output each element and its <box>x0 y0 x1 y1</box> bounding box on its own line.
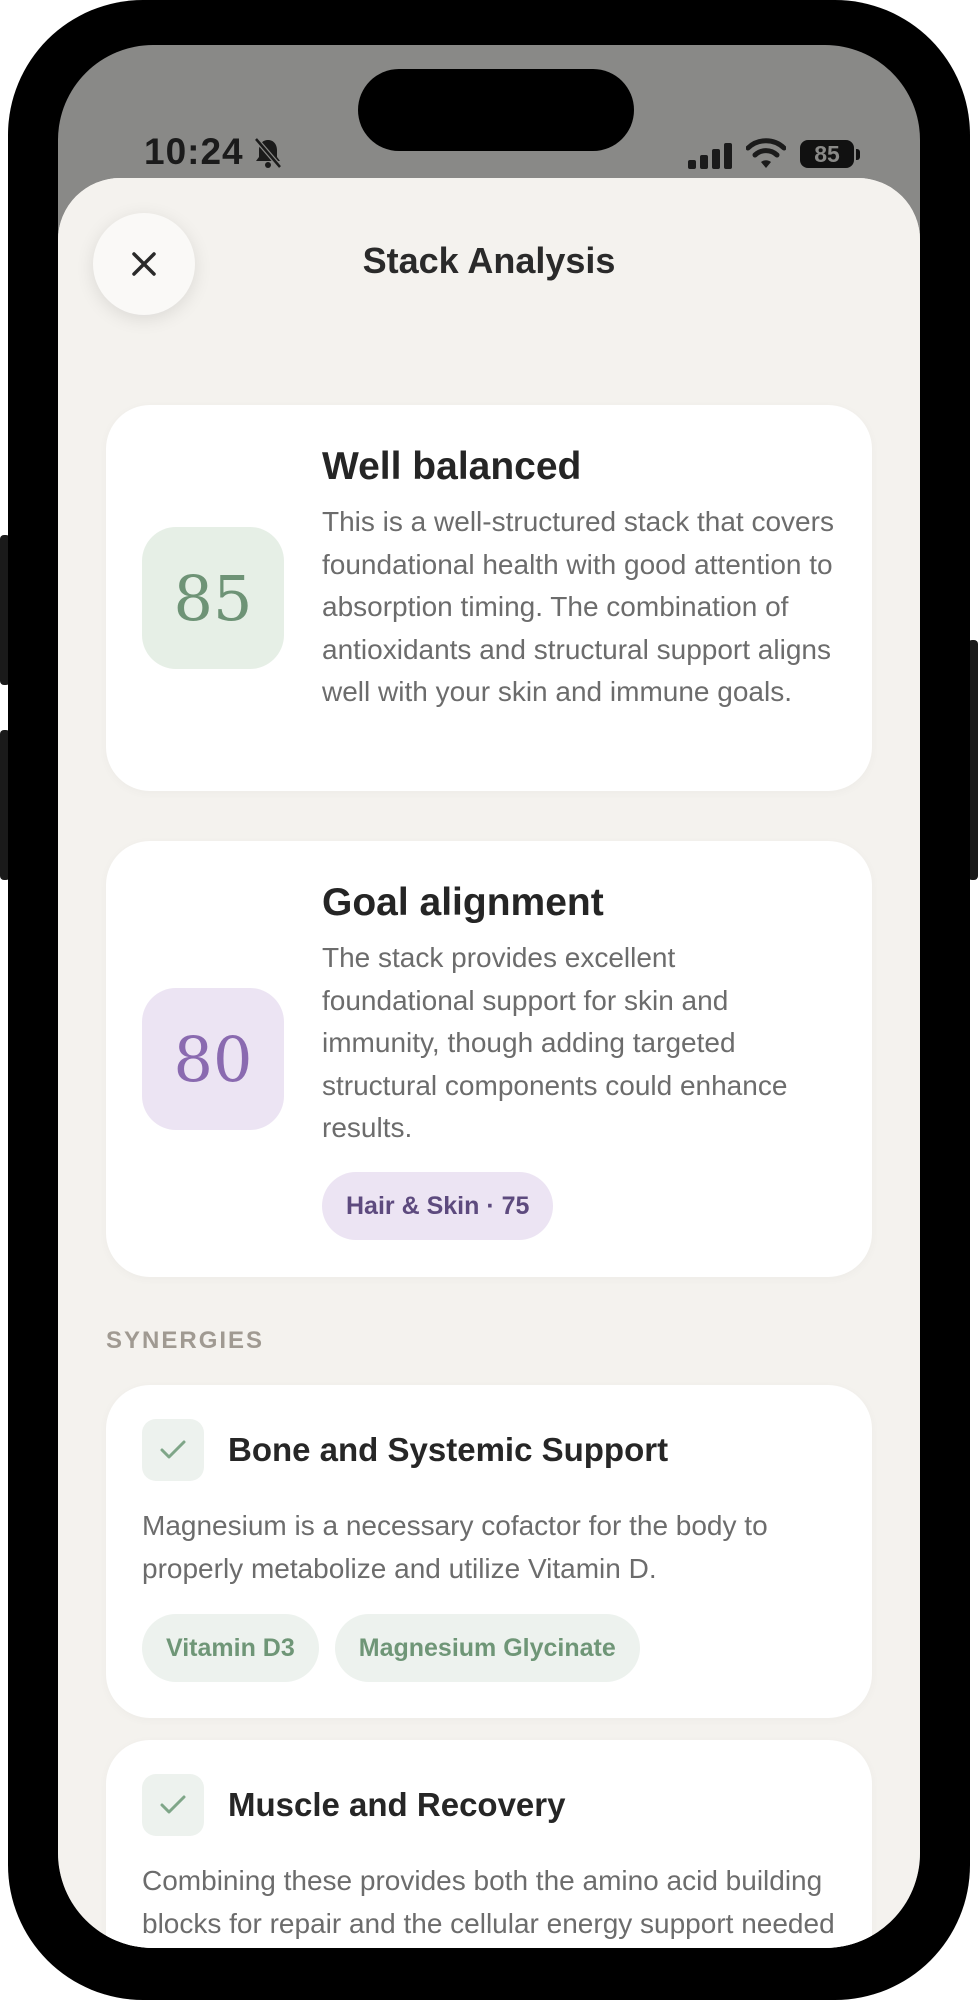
goal-tag[interactable]: Hair & Skin · 75 <box>322 1171 554 1240</box>
check-badge <box>142 1774 204 1836</box>
synergy-tags: Vitamin D3 Magnesium Glycinate <box>142 1614 836 1682</box>
battery-nub <box>856 149 860 160</box>
synergy-description: Combining these provides both the amino … <box>142 1865 835 1939</box>
phone-frame: 10:24 85 Stack Analysis 85 Well balanced… <box>8 0 970 2000</box>
status-time: 10:24 <box>144 131 244 172</box>
bell-off-icon <box>254 137 282 169</box>
goal-alignment-card: 80 Goal alignment The stack provides exc… <box>106 841 872 1277</box>
synergies-label: SYNERGIES <box>106 1327 265 1354</box>
check-badge <box>142 1419 204 1481</box>
balance-title: Well balanced <box>322 445 582 488</box>
balance-score: 85 <box>142 527 284 669</box>
signal-icon <box>688 143 732 169</box>
page-title: Stack Analysis <box>362 240 616 281</box>
check-icon <box>160 1440 186 1459</box>
sheet-header: Stack Analysis <box>58 178 920 333</box>
ingredient-tag[interactable]: Vitamin D3 <box>142 1614 319 1682</box>
balance-description: This is a well-structured stack that cov… <box>322 506 834 707</box>
goal-alignment-score: 80 <box>142 988 284 1130</box>
synergy-card: Muscle and Recovery Combining these prov… <box>106 1740 872 1948</box>
battery-icon: 85 <box>800 140 854 168</box>
synergy-title: Bone and Systemic Support <box>228 1431 669 1468</box>
screen: 10:24 85 Stack Analysis 85 Well balanced… <box>58 45 920 1948</box>
goal-alignment-description: The stack provides excellent foundationa… <box>322 942 788 1143</box>
ingredient-tag[interactable]: Magnesium Glycinate <box>334 1614 640 1682</box>
goal-alignment-title: Goal alignment <box>322 881 604 924</box>
balance-score-card: 85 Well balanced This is a well-structur… <box>106 405 872 791</box>
check-icon <box>160 1795 186 1814</box>
wifi-icon <box>746 138 786 168</box>
analysis-content: 85 Well balanced This is a well-structur… <box>106 405 872 1948</box>
stack-analysis-sheet: Stack Analysis 85 Well balanced This is … <box>58 178 920 1948</box>
synergy-title: Muscle and Recovery <box>228 1786 566 1823</box>
synergy-card: Bone and Systemic Support Magnesium is a… <box>106 1385 872 1718</box>
synergy-description: Magnesium is a necessary cofactor for th… <box>142 1510 768 1584</box>
dynamic-island <box>358 69 634 151</box>
